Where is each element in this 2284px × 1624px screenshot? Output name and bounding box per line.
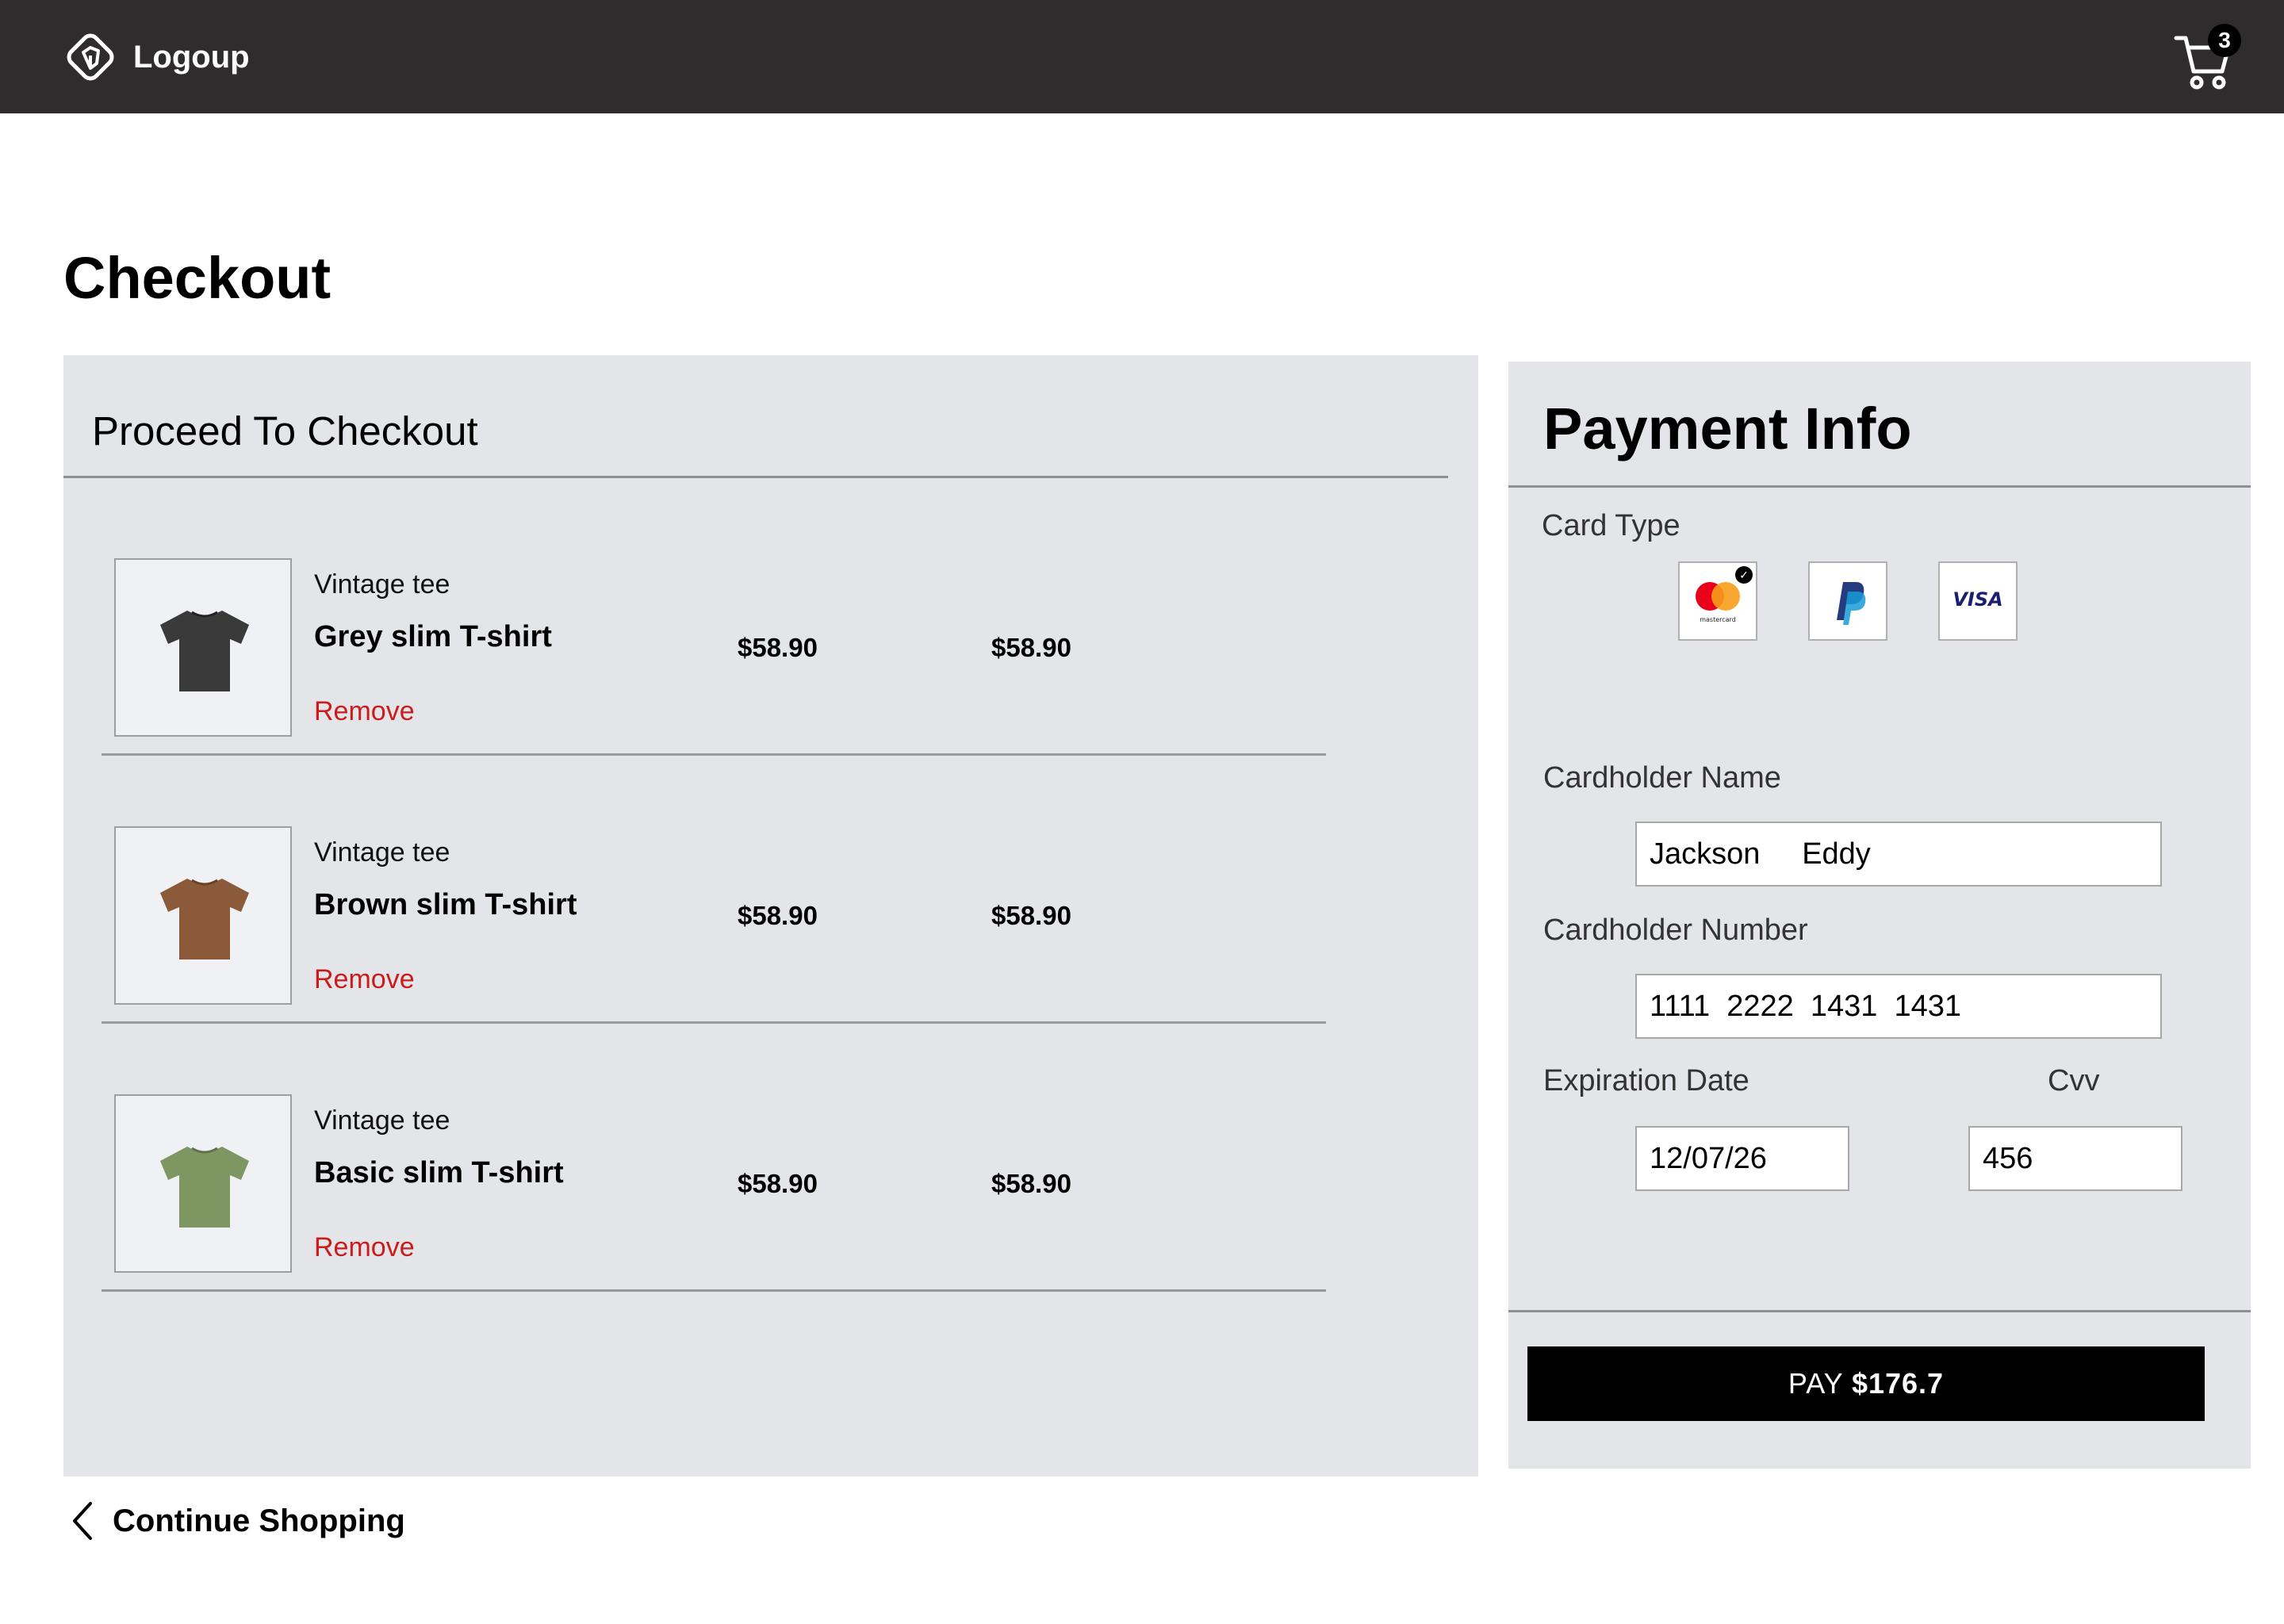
cart-count-badge: 3 xyxy=(2208,24,2241,57)
product-image[interactable] xyxy=(114,826,292,1005)
cart-item: Vintage tee Grey slim T-shirt Remove $58… xyxy=(102,558,1326,756)
page-title: Checkout xyxy=(63,245,331,311)
paypal-icon xyxy=(1837,582,1866,625)
pay-amount: $176.7 xyxy=(1851,1367,1945,1400)
checkout-panel: Proceed To Checkout Vintage tee Grey sli… xyxy=(63,355,1478,1477)
check-icon: ✓ xyxy=(1735,566,1753,584)
unit-price: $58.90 xyxy=(738,1169,818,1198)
card-option-mastercard[interactable]: mastercard ✓ xyxy=(1678,561,1757,641)
expiration-date-label: Expiration Date xyxy=(1543,1064,1749,1097)
cardholder-number-label: Cardholder Number xyxy=(1543,914,1808,947)
divider xyxy=(1508,1310,2251,1312)
divider xyxy=(63,476,1448,478)
divider xyxy=(102,753,1326,756)
divider xyxy=(102,1021,1326,1024)
cart-item: Vintage tee Brown slim T-shirt Remove $5… xyxy=(102,826,1326,1025)
panel-title: Proceed To Checkout xyxy=(92,408,478,454)
tshirt-icon xyxy=(160,611,249,691)
chevron-left-icon xyxy=(73,1502,92,1540)
logo-text: Logoup xyxy=(133,39,250,75)
divider xyxy=(1508,485,2251,488)
tshirt-icon xyxy=(160,1147,249,1228)
card-option-visa[interactable]: VISA xyxy=(1938,561,2018,641)
card-option-paypal[interactable] xyxy=(1808,561,1887,641)
cardholder-name-label: Cardholder Name xyxy=(1543,761,1781,795)
pay-button-prefix: PAY xyxy=(1788,1367,1852,1400)
product-name: Brown slim T-shirt xyxy=(314,888,577,921)
cvv-input[interactable] xyxy=(1968,1126,2182,1191)
product-subtitle: Vintage tee xyxy=(314,1105,450,1136)
cardholder-number-input[interactable] xyxy=(1635,974,2162,1039)
product-subtitle: Vintage tee xyxy=(314,837,450,868)
product-name: Basic slim T-shirt xyxy=(314,1156,564,1189)
cart-button[interactable]: 3 xyxy=(2173,24,2244,92)
unit-price: $58.90 xyxy=(738,901,818,930)
product-subtitle: Vintage tee xyxy=(314,569,450,599)
card-type-label: Card Type xyxy=(1542,509,1680,542)
cardholder-name-input[interactable] xyxy=(1635,822,2162,887)
payment-title: Payment Info xyxy=(1543,396,1912,462)
unit-price: $58.90 xyxy=(738,633,818,662)
cvv-label: Cvv xyxy=(2048,1064,2100,1097)
product-name: Grey slim T-shirt xyxy=(314,620,552,653)
line-total: $58.90 xyxy=(991,633,1071,662)
visa-wordmark: VISA xyxy=(1953,588,2002,611)
logo-icon xyxy=(67,33,114,81)
visa-icon: VISA xyxy=(1953,588,2002,611)
product-image[interactable] xyxy=(114,558,292,737)
tshirt-icon xyxy=(160,879,249,959)
remove-button[interactable]: Remove xyxy=(314,1232,415,1263)
product-image[interactable] xyxy=(114,1094,292,1273)
logo[interactable]: Logoup xyxy=(62,29,250,86)
expiration-date-input[interactable] xyxy=(1635,1126,1849,1191)
continue-shopping-link[interactable]: Continue Shopping xyxy=(68,1499,405,1543)
remove-button[interactable]: Remove xyxy=(314,964,415,995)
pay-button[interactable]: PAY $176.7 xyxy=(1527,1346,2205,1421)
remove-button[interactable]: Remove xyxy=(314,696,415,727)
cart-item: Vintage tee Basic slim T-shirt Remove $5… xyxy=(102,1094,1326,1293)
mastercard-wordmark: mastercard xyxy=(1700,616,1736,623)
payment-panel: Payment Info Card Type mastercard ✓ VISA… xyxy=(1508,362,2251,1469)
divider xyxy=(102,1289,1326,1292)
line-total: $58.90 xyxy=(991,1169,1071,1198)
continue-shopping-label: Continue Shopping xyxy=(113,1503,405,1538)
top-navigation-bar: Logoup 3 xyxy=(0,0,2284,113)
line-total: $58.90 xyxy=(991,901,1071,930)
